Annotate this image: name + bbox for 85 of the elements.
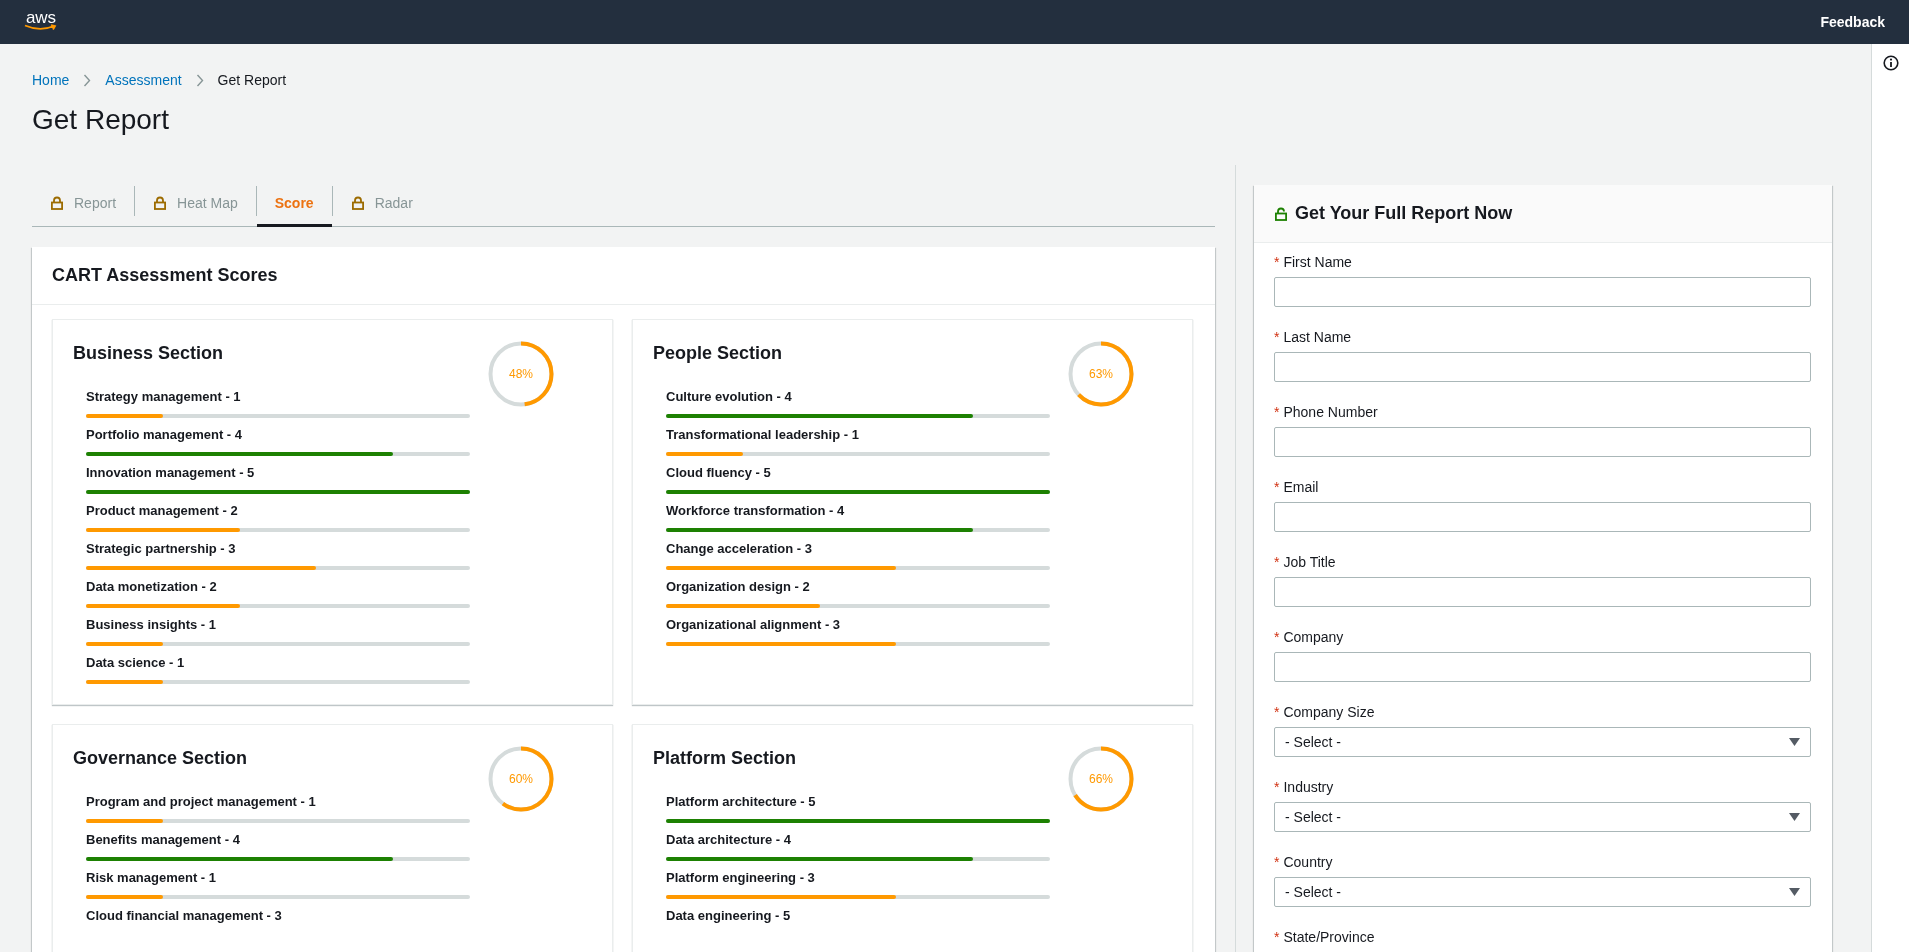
breadcrumb-link[interactable]: Assessment — [105, 72, 182, 88]
field-label: Phone Number — [1283, 403, 1378, 421]
required-mark: * — [1274, 628, 1280, 646]
score-label: Data engineering - 5 — [666, 907, 792, 925]
form-title: Get Your Full Report Now — [1295, 203, 1513, 224]
field-label: Last Name — [1283, 328, 1352, 346]
field-label: Industry — [1283, 778, 1334, 796]
padlock-icon — [50, 195, 64, 210]
field-label: Email — [1283, 478, 1319, 496]
section-title: Business Section — [73, 342, 225, 364]
breadcrumb-link[interactable]: Home — [32, 72, 70, 88]
padlock-icon — [350, 195, 365, 210]
score-percent: 63% — [1088, 366, 1114, 383]
input-field[interactable] — [1274, 577, 1811, 607]
score-label: Business insights - 1 — [86, 616, 218, 634]
section-title: Governance Section — [73, 747, 249, 769]
score-label: Organization design - 2 — [666, 578, 811, 596]
input-field[interactable] — [1274, 427, 1811, 457]
score-label: Platform engineering - 3 — [666, 869, 816, 887]
score-label: Data monetization - 2 — [86, 578, 218, 596]
field-label: Company Size — [1283, 703, 1375, 721]
required-mark: * — [1274, 853, 1280, 871]
required-mark: * — [1274, 703, 1280, 721]
smile-arrow-icon — [24, 23, 58, 31]
tab[interactable]: Radar — [332, 181, 431, 227]
field-label: State/Province — [1283, 928, 1375, 946]
score-label: Risk management - 1 — [86, 869, 218, 887]
score-percent: 48% — [508, 366, 534, 383]
select-value: - Select - — [1285, 734, 1341, 750]
field-label: First Name — [1283, 253, 1352, 271]
required-mark: * — [1274, 253, 1280, 271]
required-mark: * — [1274, 328, 1280, 346]
score-label: Innovation management - 5 — [86, 464, 256, 482]
caret-down-icon — [1789, 738, 1800, 746]
select-dropdown[interactable]: - Select - — [1274, 802, 1811, 832]
required-mark: * — [1274, 553, 1280, 571]
field-label: Country — [1283, 853, 1333, 871]
select-dropdown[interactable]: - Select - — [1274, 877, 1811, 907]
info-icon[interactable] — [1882, 55, 1899, 71]
unlocked-padlock-icon — [1274, 206, 1288, 221]
score-label: Cloud fluency - 5 — [666, 464, 772, 482]
tab[interactable]: Heat Map — [135, 181, 256, 227]
score-label: Benefits management - 4 — [86, 831, 241, 849]
score-label: Portfolio management - 4 — [86, 426, 244, 444]
section-title: People Section — [653, 342, 784, 364]
score-percent: 66% — [1088, 771, 1114, 788]
score-label: Strategy management - 1 — [86, 388, 242, 406]
breadcrumb-current: Get Report — [217, 72, 287, 88]
score-label: Transformational leadership - 1 — [666, 426, 860, 444]
field-label: Job Title — [1283, 553, 1336, 571]
feedback-link[interactable]: Feedback — [1820, 14, 1885, 30]
score-percent: 60% — [508, 771, 534, 788]
chevron-right-icon — [83, 73, 92, 87]
field-label: Company — [1283, 628, 1344, 646]
select-value: - Select - — [1285, 884, 1341, 900]
score-label: Data science - 1 — [86, 654, 186, 672]
required-mark: * — [1274, 403, 1280, 421]
score-label: Program and project management - 1 — [86, 793, 317, 811]
chevron-right-icon — [195, 73, 204, 87]
score-label: Strategic partnership - 3 — [86, 540, 237, 558]
required-mark: * — [1274, 478, 1280, 496]
score-label: Product management - 2 — [86, 502, 239, 520]
section-title: Platform Section — [653, 747, 798, 769]
select-value: - Select - — [1285, 809, 1341, 825]
required-mark: * — [1274, 778, 1280, 796]
score-label: Organizational alignment - 3 — [666, 616, 842, 634]
score-label: Workforce transformation - 4 — [666, 502, 846, 520]
caret-down-icon — [1789, 813, 1800, 821]
padlock-icon — [153, 195, 168, 210]
tab[interactable]: Report — [32, 181, 135, 227]
logo-text[interactable]: aws — [25, 9, 57, 25]
panel-title: CART Assessment Scores — [52, 265, 278, 286]
input-field[interactable] — [1274, 502, 1811, 532]
page-title: Get Report — [32, 103, 170, 137]
caret-down-icon — [1789, 888, 1800, 896]
input-field[interactable] — [1274, 652, 1811, 682]
input-field[interactable] — [1274, 352, 1811, 382]
score-label: Change acceleration - 3 — [666, 540, 813, 558]
required-mark: * — [1274, 928, 1280, 946]
score-label: Culture evolution - 4 — [666, 388, 793, 406]
score-label: Cloud financial management - 3 — [86, 907, 283, 925]
score-label: Data architecture - 4 — [666, 831, 792, 849]
score-label: Platform architecture - 5 — [666, 793, 817, 811]
input-field[interactable] — [1274, 277, 1811, 307]
select-dropdown[interactable]: - Select - — [1274, 727, 1811, 757]
